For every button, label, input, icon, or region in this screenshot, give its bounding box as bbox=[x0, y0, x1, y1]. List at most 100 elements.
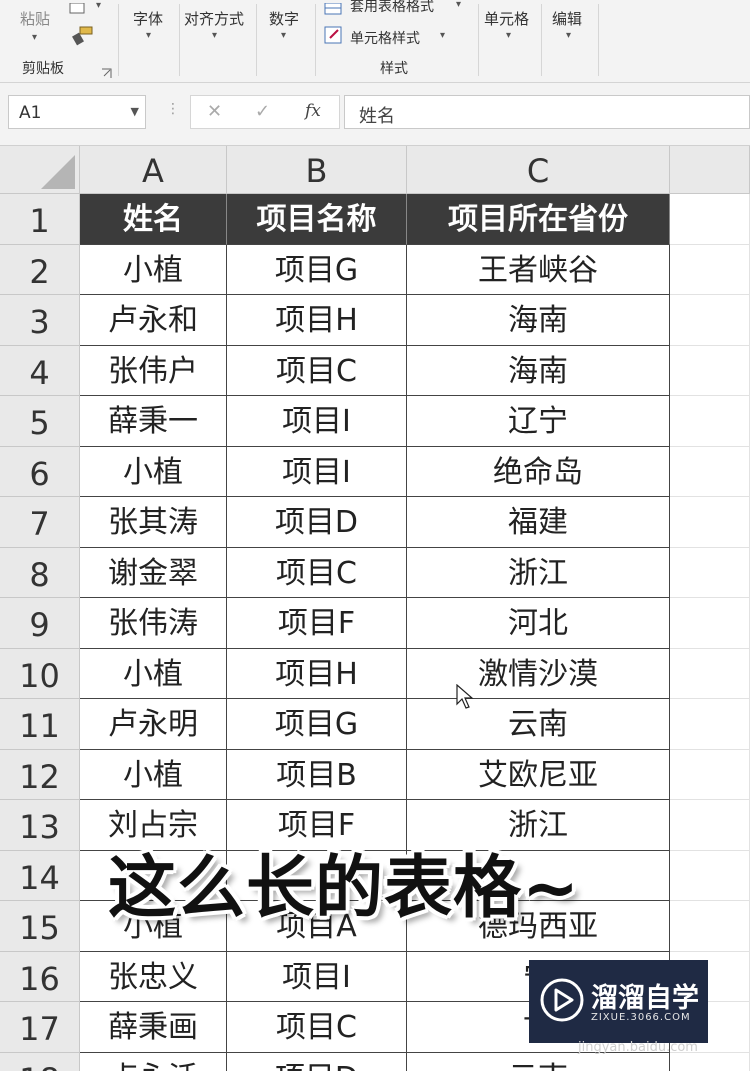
table-cell[interactable]: 绝命岛 bbox=[407, 446, 670, 497]
cancel-icon[interactable]: ✕ bbox=[207, 101, 222, 122]
select-all-button[interactable] bbox=[0, 146, 80, 194]
paste-button[interactable]: 粘贴 bbox=[20, 8, 50, 29]
column-header-b[interactable]: B bbox=[227, 146, 407, 194]
worksheet-grid[interactable]: ABC 1 姓名 项目名称 项目所在省份 2 小植 项目G 王者峡谷 3 卢永和 项目H 海南 4 张伟户… bbox=[0, 146, 750, 1071]
table-format-dropdown-icon[interactable]: ▾ bbox=[456, 0, 461, 10]
table-cell[interactable]: 薛秉一 bbox=[80, 396, 227, 447]
table-cell[interactable]: 项目G bbox=[227, 244, 407, 295]
table-cell[interactable]: 张伟涛 bbox=[80, 598, 227, 649]
table-cell[interactable]: 项目H bbox=[227, 295, 407, 346]
empty-cell[interactable] bbox=[670, 547, 750, 598]
formula-input[interactable]: 姓名 bbox=[344, 95, 750, 129]
column-header-c[interactable]: C bbox=[407, 146, 670, 194]
table-cell[interactable]: 谢金翠 bbox=[80, 547, 227, 598]
row-header[interactable]: 3 bbox=[0, 295, 80, 346]
alignment-group[interactable]: 对齐方式 ▾ bbox=[180, 0, 256, 82]
table-cell[interactable]: 项目I bbox=[227, 446, 407, 497]
editing-group[interactable]: 编辑 ▾ bbox=[542, 0, 598, 82]
row-header[interactable]: 12 bbox=[0, 749, 80, 800]
formula-bar-splitter[interactable]: ⋮ bbox=[166, 101, 180, 117]
row-header[interactable]: 18 bbox=[0, 1052, 80, 1071]
table-cell[interactable]: 项目H bbox=[227, 648, 407, 699]
paste-dropdown-icon[interactable]: ▾ bbox=[32, 32, 37, 43]
table-cell[interactable]: 海南 bbox=[407, 295, 670, 346]
row-header[interactable]: 14 bbox=[0, 850, 80, 901]
table-cell[interactable]: 项目I bbox=[227, 951, 407, 1002]
copy-dropdown-icon[interactable]: ▾ bbox=[96, 0, 101, 11]
copy-icon[interactable] bbox=[68, 0, 90, 19]
table-cell[interactable]: 王者峡谷 bbox=[407, 244, 670, 295]
row-header[interactable]: 9 bbox=[0, 598, 80, 649]
row-header[interactable]: 2 bbox=[0, 244, 80, 295]
table-cell[interactable]: 项目D bbox=[227, 497, 407, 548]
table-cell[interactable]: 福建 bbox=[407, 497, 670, 548]
row-header[interactable]: 17 bbox=[0, 1002, 80, 1053]
empty-cell[interactable] bbox=[670, 497, 750, 548]
row-header[interactable]: 15 bbox=[0, 901, 80, 952]
table-cell[interactable]: 张其涛 bbox=[80, 497, 227, 548]
name-box[interactable]: A1 ▼ bbox=[8, 95, 146, 129]
table-cell[interactable]: 项目C bbox=[227, 345, 407, 396]
table-header-cell[interactable]: 姓名 bbox=[80, 194, 227, 245]
row-header[interactable]: 6 bbox=[0, 446, 80, 497]
empty-cell[interactable] bbox=[670, 598, 750, 649]
empty-cell[interactable] bbox=[670, 244, 750, 295]
row-header[interactable]: 8 bbox=[0, 547, 80, 598]
alignment-button[interactable]: 对齐方式 bbox=[184, 8, 244, 29]
cell-styles-button[interactable]: 单元格样式 bbox=[350, 28, 420, 48]
empty-cell[interactable] bbox=[670, 1052, 750, 1071]
empty-cell[interactable] bbox=[670, 850, 750, 901]
row-header[interactable]: 7 bbox=[0, 497, 80, 548]
table-header-cell[interactable]: 项目所在省份 bbox=[407, 194, 670, 245]
editing-dropdown-icon[interactable]: ▾ bbox=[566, 30, 571, 41]
empty-cell[interactable] bbox=[670, 295, 750, 346]
column-header-a[interactable]: A bbox=[80, 146, 227, 194]
editing-button[interactable]: 编辑 bbox=[552, 8, 582, 29]
table-cell[interactable]: 张忠义 bbox=[80, 951, 227, 1002]
table-cell[interactable]: 卢永活 bbox=[80, 1052, 227, 1071]
table-cell[interactable]: 激情沙漠 bbox=[407, 648, 670, 699]
table-cell[interactable]: 项目C bbox=[227, 1002, 407, 1053]
table-cell[interactable]: 项目C bbox=[227, 547, 407, 598]
table-header-cell[interactable]: 项目名称 bbox=[227, 194, 407, 245]
format-painter-icon[interactable] bbox=[70, 26, 94, 50]
table-cell[interactable]: 项目F bbox=[227, 598, 407, 649]
row-header[interactable]: 4 bbox=[0, 345, 80, 396]
cells-group[interactable]: 单元格 ▾ bbox=[479, 0, 541, 82]
table-cell[interactable]: 项目D bbox=[227, 1052, 407, 1071]
table-cell[interactable]: 河北 bbox=[407, 598, 670, 649]
table-cell[interactable]: 云南 bbox=[407, 1052, 670, 1071]
row-header[interactable]: 5 bbox=[0, 396, 80, 447]
table-cell[interactable]: 项目I bbox=[227, 396, 407, 447]
table-cell[interactable]: 卢永明 bbox=[80, 699, 227, 750]
row-header[interactable]: 11 bbox=[0, 699, 80, 750]
number-group[interactable]: 数字 ▾ bbox=[257, 0, 315, 82]
number-dropdown-icon[interactable]: ▾ bbox=[281, 30, 286, 41]
row-header[interactable]: 13 bbox=[0, 800, 80, 851]
table-cell[interactable]: 项目B bbox=[227, 749, 407, 800]
table-cell[interactable]: 辽宁 bbox=[407, 396, 670, 447]
empty-cell[interactable] bbox=[670, 648, 750, 699]
table-cell[interactable]: 云南 bbox=[407, 699, 670, 750]
row-header[interactable]: 16 bbox=[0, 951, 80, 1002]
empty-cell[interactable] bbox=[670, 699, 750, 750]
table-cell[interactable]: 小植 bbox=[80, 446, 227, 497]
row-header[interactable]: 1 bbox=[0, 194, 80, 245]
table-cell[interactable]: 小植 bbox=[80, 648, 227, 699]
table-cell[interactable]: 张伟户 bbox=[80, 345, 227, 396]
clipboard-launcher-icon[interactable] bbox=[101, 64, 112, 83]
cells-button[interactable]: 单元格 bbox=[484, 8, 529, 29]
font-dropdown-icon[interactable]: ▾ bbox=[146, 30, 151, 41]
table-cell[interactable]: 卢永和 bbox=[80, 295, 227, 346]
empty-cell[interactable] bbox=[670, 901, 750, 952]
empty-cell[interactable] bbox=[670, 446, 750, 497]
empty-cell[interactable] bbox=[670, 749, 750, 800]
insert-function-icon[interactable]: fx bbox=[305, 101, 321, 121]
number-button[interactable]: 数字 bbox=[269, 8, 299, 29]
format-as-table-button[interactable]: 套用表格格式 bbox=[350, 0, 434, 16]
row-header[interactable]: 10 bbox=[0, 648, 80, 699]
table-cell[interactable]: 薛秉画 bbox=[80, 1002, 227, 1053]
font-group[interactable]: 字体 ▾ bbox=[119, 0, 179, 82]
empty-cell[interactable] bbox=[670, 345, 750, 396]
empty-cell[interactable] bbox=[670, 396, 750, 447]
